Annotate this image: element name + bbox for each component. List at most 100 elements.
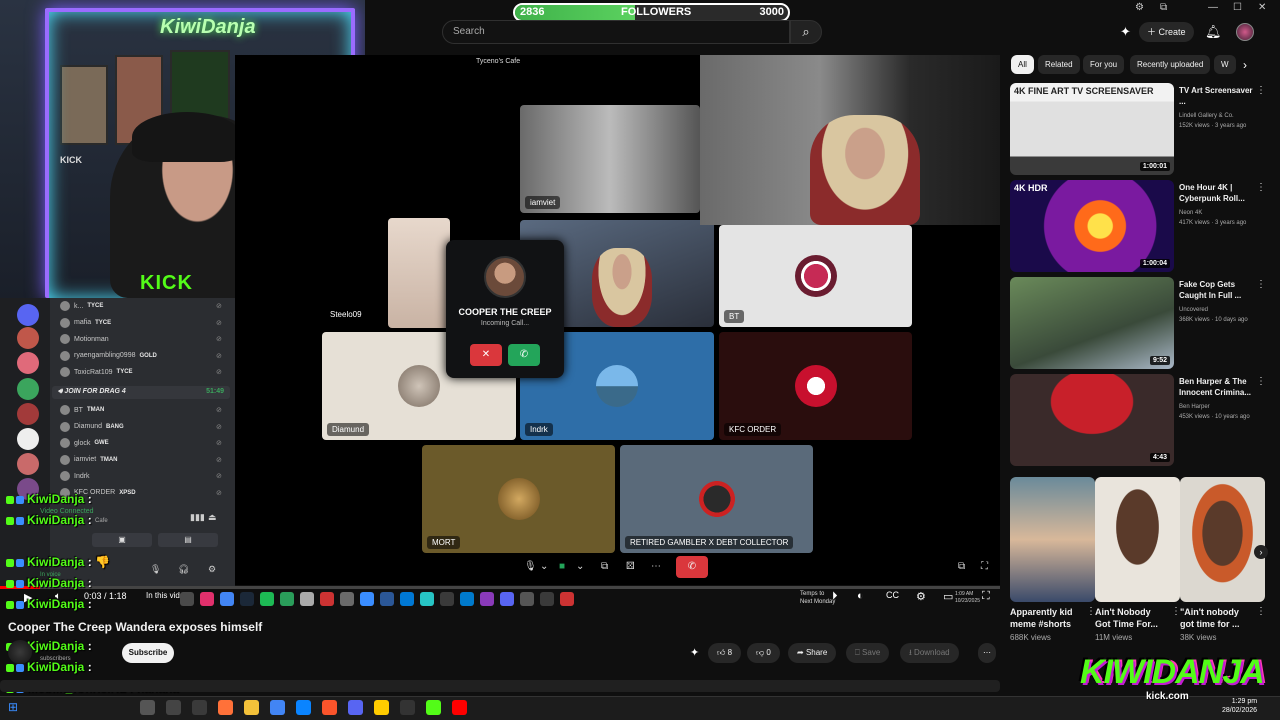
video-thumbnail[interactable]: 4:43: [1010, 374, 1174, 466]
voice-user[interactable]: k... TYCE ⊘: [60, 298, 222, 314]
search-input[interactable]: Search: [442, 20, 790, 44]
minimize-icon[interactable]: —: [1208, 2, 1218, 13]
app-icon[interactable]: [300, 592, 314, 606]
filter-chip[interactable]: Related: [1038, 55, 1080, 74]
call-tile-iamviet[interactable]: iamviet: [520, 105, 700, 213]
chevron-right-icon[interactable]: ›: [1243, 58, 1247, 72]
weather-widget[interactable]: Temps to Next Monday: [800, 590, 835, 606]
create-button[interactable]: ＋ Create: [1139, 22, 1194, 42]
discord-home-icon[interactable]: [17, 304, 39, 326]
filter-chip[interactable]: For you: [1083, 55, 1125, 74]
sparkle-icon[interactable]: ✦: [690, 646, 699, 659]
voice-user[interactable]: iamviet TMAN ⊘: [60, 452, 222, 468]
app-icon[interactable]: [374, 700, 389, 715]
headphones-icon[interactable]: 🎧︎: [178, 564, 189, 575]
short-thumbnail[interactable]: [1180, 477, 1265, 602]
video-title[interactable]: TV Art Screensaver ...: [1179, 85, 1253, 107]
share-button[interactable]: ➦ Share: [788, 643, 837, 663]
firefox-icon[interactable]: [218, 700, 233, 715]
download-button[interactable]: ⭳ Download: [900, 643, 959, 663]
discord-icon[interactable]: [348, 700, 363, 715]
decline-call-button[interactable]: ✕: [470, 344, 502, 366]
edge-icon[interactable]: [296, 700, 311, 715]
call-tile-face[interactable]: [388, 218, 450, 328]
call-tile-retired-gambler[interactable]: RETIRED GAMBLER X DEBT COLLECTOR: [620, 445, 813, 553]
filter-chip[interactable]: Recently uploaded: [1130, 55, 1211, 74]
more-actions-button[interactable]: ⋯: [978, 643, 996, 663]
short-title[interactable]: Apparently kid meme #shorts: [1010, 606, 1082, 630]
spotify-icon[interactable]: [260, 592, 274, 606]
captions-icon[interactable]: CC: [886, 590, 899, 600]
mic-icon[interactable]: 🎙︎: [150, 564, 161, 575]
app-icon[interactable]: [140, 700, 155, 715]
chevron-down-icon[interactable]: ⌄: [540, 561, 548, 572]
camera-button[interactable]: ▣: [92, 533, 152, 547]
voice-user[interactable]: BT TMAN ⊘: [60, 402, 222, 418]
voice-channel-header[interactable]: 🔊︎ JOIN FOR DRAG 4 51:49: [52, 386, 230, 399]
recommended-video[interactable]: 4:43 Ben Harper & The Innocent Crimina...…: [1010, 374, 1270, 466]
server-icon[interactable]: [17, 428, 39, 450]
app-icon[interactable]: [400, 592, 414, 606]
app-icon[interactable]: [380, 592, 394, 606]
popout-icon[interactable]: ⧉: [958, 561, 965, 572]
app-icon[interactable]: [440, 592, 454, 606]
video-thumbnail[interactable]: 9:52: [1010, 277, 1174, 369]
discord-icon[interactable]: [500, 592, 514, 606]
description-box[interactable]: [0, 680, 1000, 692]
short-title[interactable]: "Ain't nobody got time for ...: [1180, 606, 1252, 630]
camera-icon[interactable]: ■: [559, 561, 565, 572]
youtube-icon[interactable]: [452, 700, 467, 715]
call-tile-bt[interactable]: BT: [719, 225, 912, 327]
server-icon[interactable]: [17, 378, 39, 400]
settings-icon[interactable]: ⚙: [916, 590, 926, 603]
voice-user[interactable]: glock GWE ⊘: [60, 435, 222, 451]
short-thumbnail[interactable]: [1095, 477, 1180, 602]
video-title[interactable]: Fake Cop Gets Caught In Full ...: [1179, 279, 1253, 301]
filter-chip[interactable]: All: [1011, 55, 1034, 74]
app-icon[interactable]: [480, 592, 494, 606]
steam-icon[interactable]: [240, 592, 254, 606]
voice-user[interactable]: mafia TYCE ⊘: [60, 315, 222, 331]
brave-icon[interactable]: [322, 700, 337, 715]
video-progress-bar[interactable]: [0, 586, 1000, 589]
subscribe-button[interactable]: Subscribe: [122, 643, 174, 663]
voice-user[interactable]: Diamund BANG ⊘: [60, 419, 222, 435]
video-title[interactable]: Ben Harper & The Innocent Crimina...: [1179, 376, 1253, 398]
windows-start-icon[interactable]: ⊞: [8, 700, 18, 714]
disconnect-icon[interactable]: ⏏: [208, 512, 217, 523]
channel-avatar[interactable]: [8, 640, 32, 664]
voice-user[interactable]: Motionman ⊘: [60, 331, 222, 347]
puzzle-icon[interactable]: ⧉: [1160, 2, 1167, 13]
fullscreen-icon[interactable]: ⛶: [981, 561, 988, 572]
dislike-button[interactable]: 👎︎ 0: [747, 643, 780, 663]
autoplay-icon[interactable]: ⏵: [832, 590, 838, 603]
edge-icon[interactable]: [360, 592, 374, 606]
close-icon[interactable]: ✕: [1258, 2, 1266, 13]
more-icon[interactable]: ⋮: [1256, 279, 1266, 290]
app-icon[interactable]: [540, 592, 554, 606]
more-icon[interactable]: ⋮: [1256, 85, 1266, 96]
activity-button[interactable]: ▤: [158, 533, 218, 547]
video-thumbnail[interactable]: 4K HDR 1:00:04: [1010, 180, 1174, 272]
call-tile-kfc[interactable]: KFC ORDER: [719, 332, 912, 440]
recommended-video[interactable]: 4K HDR 1:00:04 One Hour 4K | Cyberpunk Rol…: [1010, 180, 1270, 272]
vscode-icon[interactable]: [460, 592, 474, 606]
more-icon[interactable]: ⋮: [1256, 606, 1266, 617]
app-icon[interactable]: [180, 592, 194, 606]
app-icon[interactable]: [340, 592, 354, 606]
server-icon[interactable]: [17, 352, 39, 374]
recommended-video[interactable]: 4K FINE ART TV SCREENSAVER 1:00:01 TV Art …: [1010, 83, 1270, 175]
more-icon[interactable]: ⋮: [1256, 182, 1266, 193]
bell-icon[interactable]: 🔔︎: [1205, 24, 1222, 40]
call-tile-mort[interactable]: MORT: [422, 445, 615, 553]
more-icon[interactable]: ⋯: [651, 561, 661, 572]
short-thumbnail[interactable]: [1010, 477, 1095, 602]
channel-name[interactable]: Lindell Gallery & Co.: [1179, 113, 1234, 119]
chevron-down-icon[interactable]: ⌄: [576, 561, 584, 572]
short-title[interactable]: Ain't Nobody Got Time For...: [1095, 606, 1167, 630]
settings-icon[interactable]: [520, 592, 534, 606]
accept-call-button[interactable]: ✆: [508, 344, 540, 366]
settings-icon[interactable]: ⚙: [208, 564, 216, 575]
terminal-icon[interactable]: [400, 700, 415, 715]
more-icon[interactable]: ⋮: [1256, 376, 1266, 387]
